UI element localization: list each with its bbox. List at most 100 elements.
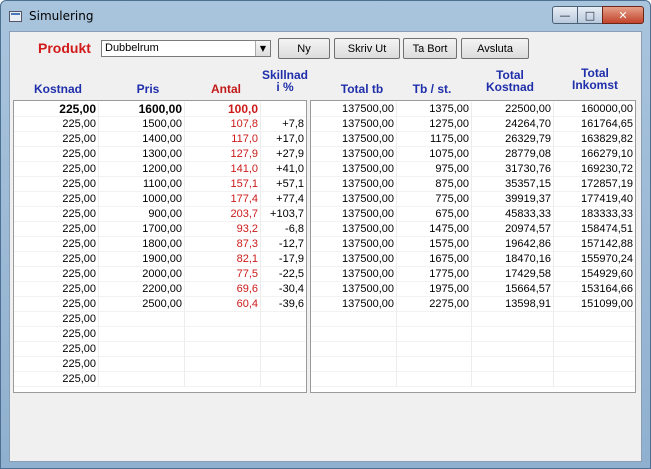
pris-cell[interactable]: 1600,00 (99, 102, 185, 117)
total-tb-cell[interactable]: 137500,00 (311, 297, 397, 312)
ta-bort-button[interactable]: Ta Bort (403, 38, 457, 59)
table-row[interactable]: 225,00 1900,00 82,1 -17,9 (14, 252, 306, 267)
kostnad-cell[interactable]: 225,00 (14, 357, 99, 372)
kostnad-cell[interactable]: 225,00 (14, 207, 99, 222)
pris-cell[interactable]: 1800,00 (99, 237, 185, 252)
total-kostnad-cell[interactable]: 17429,58 (472, 267, 554, 282)
total-kostnad-cell[interactable]: 20974,57 (472, 222, 554, 237)
total-kostnad-cell[interactable]: 45833,33 (472, 207, 554, 222)
skillnad-cell[interactable]: +27,9 (261, 147, 306, 162)
total-kostnad-cell[interactable]: 13598,91 (472, 297, 554, 312)
kostnad-cell[interactable]: 225,00 (14, 312, 99, 327)
table-row[interactable] (311, 327, 635, 342)
table-row[interactable]: 225,00 (14, 357, 306, 372)
pris-cell[interactable]: 1500,00 (99, 117, 185, 132)
pris-cell[interactable]: 1100,00 (99, 177, 185, 192)
minimize-button[interactable]: — (552, 6, 578, 24)
total-tb-cell[interactable]: 137500,00 (311, 147, 397, 162)
table-row[interactable]: 225,00 900,00 203,7 +103,7 (14, 207, 306, 222)
skillnad-cell[interactable] (261, 327, 306, 342)
table-row[interactable]: 225,00 1100,00 157,1 +57,1 (14, 177, 306, 192)
table-row[interactable]: 225,00 2200,00 69,6 -30,4 (14, 282, 306, 297)
tb-st-cell[interactable] (397, 312, 472, 327)
antal-cell[interactable] (185, 327, 261, 342)
total-tb-cell[interactable]: 137500,00 (311, 177, 397, 192)
total-tb-cell[interactable] (311, 357, 397, 372)
table-row[interactable] (311, 357, 635, 372)
table-row[interactable]: 225,00 1500,00 107,8 +7,8 (14, 117, 306, 132)
table-row[interactable]: 137500,00 1175,00 26329,79 163829,82 (311, 132, 635, 147)
total-tb-cell[interactable] (311, 312, 397, 327)
total-inkomst-cell[interactable]: 157142,88 (554, 237, 635, 252)
kostnad-cell[interactable]: 225,00 (14, 237, 99, 252)
tb-st-cell[interactable] (397, 327, 472, 342)
tb-st-cell[interactable]: 1075,00 (397, 147, 472, 162)
total-tb-cell[interactable] (311, 327, 397, 342)
kostnad-cell[interactable]: 225,00 (14, 117, 99, 132)
total-kostnad-cell[interactable] (472, 342, 554, 357)
kostnad-cell[interactable]: 225,00 (14, 297, 99, 312)
total-inkomst-cell[interactable]: 169230,72 (554, 162, 635, 177)
total-kostnad-cell[interactable] (472, 357, 554, 372)
result-grid[interactable]: 137500,00 1375,00 22500,00 160000,00 137500,… (310, 100, 636, 393)
total-inkomst-cell[interactable]: 160000,00 (554, 102, 635, 117)
total-kostnad-cell[interactable] (472, 327, 554, 342)
maximize-button[interactable]: □ (577, 6, 603, 24)
tb-st-cell[interactable]: 775,00 (397, 192, 472, 207)
table-row[interactable]: 137500,00 1075,00 28779,08 166279,10 (311, 147, 635, 162)
table-row[interactable]: 225,00 1000,00 177,4 +77,4 (14, 192, 306, 207)
skillnad-cell[interactable]: -22,5 (261, 267, 306, 282)
table-row[interactable]: 225,00 1200,00 141,0 +41,0 (14, 162, 306, 177)
total-tb-cell[interactable]: 137500,00 (311, 132, 397, 147)
pris-cell[interactable]: 1900,00 (99, 252, 185, 267)
table-row[interactable]: 225,00 1300,00 127,9 +27,9 (14, 147, 306, 162)
tb-st-cell[interactable]: 975,00 (397, 162, 472, 177)
chevron-down-icon[interactable]: ▼ (255, 41, 270, 56)
tb-st-cell[interactable]: 1575,00 (397, 237, 472, 252)
table-row[interactable]: 225,00 (14, 312, 306, 327)
total-tb-cell[interactable]: 137500,00 (311, 222, 397, 237)
skillnad-cell[interactable] (261, 357, 306, 372)
antal-cell[interactable]: 100,0 (185, 102, 261, 117)
total-inkomst-cell[interactable] (554, 357, 635, 372)
antal-cell[interactable]: 141,0 (185, 162, 261, 177)
tb-st-cell[interactable]: 675,00 (397, 207, 472, 222)
kostnad-cell[interactable]: 225,00 (14, 327, 99, 342)
skillnad-cell[interactable]: -17,9 (261, 252, 306, 267)
total-inkomst-cell[interactable]: 153164,66 (554, 282, 635, 297)
pris-cell[interactable]: 900,00 (99, 207, 185, 222)
table-row[interactable]: 137500,00 2275,00 13598,91 151099,00 (311, 297, 635, 312)
skillnad-cell[interactable] (261, 312, 306, 327)
table-row[interactable]: 137500,00 875,00 35357,15 172857,19 (311, 177, 635, 192)
table-row[interactable]: 137500,00 1975,00 15664,57 153164,66 (311, 282, 635, 297)
table-row[interactable]: 137500,00 775,00 39919,37 177419,40 (311, 192, 635, 207)
total-kostnad-cell[interactable] (472, 372, 554, 387)
total-tb-cell[interactable]: 137500,00 (311, 267, 397, 282)
total-inkomst-cell[interactable] (554, 372, 635, 387)
kostnad-cell[interactable]: 225,00 (14, 177, 99, 192)
table-row[interactable]: 225,00 (14, 342, 306, 357)
pris-cell[interactable] (99, 372, 185, 387)
table-row[interactable]: 225,00 2000,00 77,5 -22,5 (14, 267, 306, 282)
kostnad-cell[interactable]: 225,00 (14, 132, 99, 147)
table-row[interactable] (311, 312, 635, 327)
antal-cell[interactable]: 157,1 (185, 177, 261, 192)
tb-st-cell[interactable]: 2275,00 (397, 297, 472, 312)
total-kostnad-cell[interactable]: 39919,37 (472, 192, 554, 207)
antal-cell[interactable]: 60,4 (185, 297, 261, 312)
tb-st-cell[interactable]: 1275,00 (397, 117, 472, 132)
title-bar[interactable]: Simulering — □ ✕ (1, 1, 650, 31)
pris-cell[interactable] (99, 342, 185, 357)
skillnad-cell[interactable]: +7,8 (261, 117, 306, 132)
total-kostnad-cell[interactable]: 26329,79 (472, 132, 554, 147)
antal-cell[interactable]: 82,1 (185, 252, 261, 267)
total-inkomst-cell[interactable]: 183333,33 (554, 207, 635, 222)
close-button[interactable]: ✕ (602, 6, 644, 24)
pris-cell[interactable] (99, 327, 185, 342)
total-tb-cell[interactable]: 137500,00 (311, 192, 397, 207)
total-kostnad-cell[interactable]: 22500,00 (472, 102, 554, 117)
total-tb-cell[interactable]: 137500,00 (311, 237, 397, 252)
pris-cell[interactable] (99, 357, 185, 372)
table-row[interactable] (311, 342, 635, 357)
antal-cell[interactable]: 177,4 (185, 192, 261, 207)
